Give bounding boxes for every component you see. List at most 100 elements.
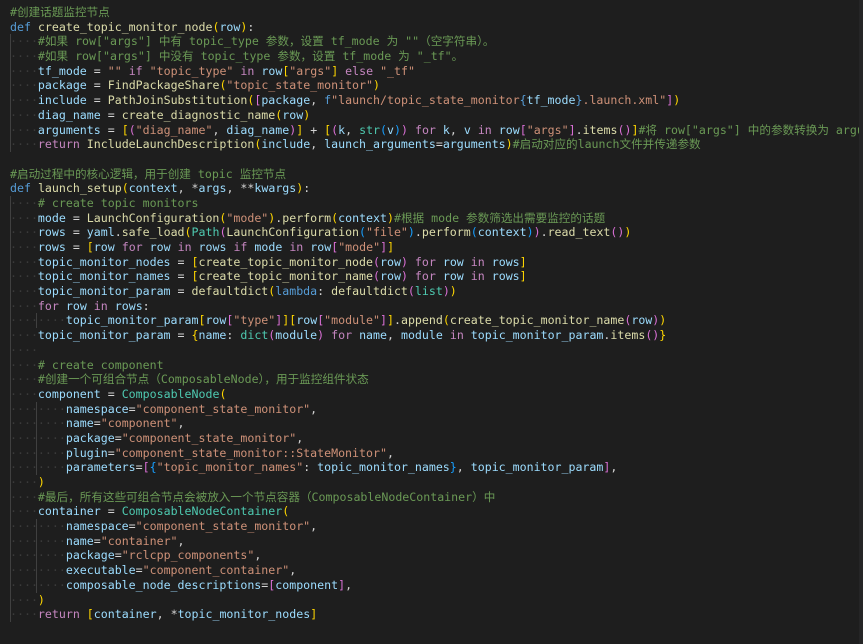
code-line[interactable]: ····return IncludeLaunchDescription(incl… <box>0 137 863 152</box>
code-line[interactable]: ····for row in rows: <box>0 298 863 314</box>
whitespace-marker: ···· <box>37 416 66 431</box>
code-line[interactable]: ···· <box>0 342 863 358</box>
code-line[interactable]: ····#创建一个可组合节点（ComposableNode），用于监控组件状态 <box>0 372 863 387</box>
code-token-var: topic_monitor_nodes <box>177 607 311 622</box>
code-token-keyword: in <box>177 240 192 254</box>
code-token-param: name <box>65 416 94 431</box>
code-line[interactable]: ···· ····executable="component_container"… <box>0 563 863 578</box>
whitespace-marker: ···· <box>10 460 38 475</box>
code-line[interactable]: ····topic_monitor_param = {name: dict(mo… <box>0 328 863 343</box>
code-line[interactable]: ····rows = yaml.safe_load(Path(LaunchCon… <box>0 225 863 240</box>
code-line[interactable]: ····component = ComposableNode( <box>0 386 863 402</box>
indent-guide <box>10 210 11 226</box>
code-token-bracket2: ( <box>373 269 380 284</box>
code-token-param: parameters <box>65 460 136 475</box>
code-line[interactable]: ···· ····topic_monitor_param[row["type"]]… <box>0 313 863 329</box>
code-line[interactable]: def launch_setup(context, *args, **kwarg… <box>0 181 863 196</box>
code-token-var: arguments <box>37 122 101 137</box>
code-token-bracket1: ) <box>659 313 667 328</box>
code-token-var: row <box>442 254 464 269</box>
code-line[interactable]: ····# create topic monitors <box>0 195 863 211</box>
code-token-bracket1: ) <box>37 592 45 607</box>
whitespace-marker: ···· <box>10 63 38 78</box>
whitespace-marker: ···· <box>10 475 38 489</box>
code-token-string: "diag_name" <box>135 122 213 137</box>
code-token-bracket3: ) <box>394 122 401 137</box>
code-token-punct: : <box>142 298 150 313</box>
code-line[interactable]: ···· ····plugin="component_state_monitor:… <box>0 445 863 461</box>
code-line[interactable]: ···· ····composable_node_descriptions=[co… <box>0 577 863 593</box>
code-line[interactable]: ····arguments = [("diag_name", diag_name… <box>0 122 863 138</box>
indent-guide <box>36 577 38 593</box>
code-line[interactable]: ····container = ComposableNodeContainer( <box>0 504 863 520</box>
code-token-bracket1: ) <box>449 284 457 299</box>
code-line[interactable]: ···· ····package="component_state_monitor… <box>0 430 863 446</box>
code-line[interactable]: ····return [container, *topic_monitor_no… <box>0 607 863 622</box>
indent-guide <box>10 342 11 358</box>
code-token-var: topic_monitor_nodes <box>37 254 171 269</box>
code-line[interactable]: ····#如果 row["args"] 中有 topic_type 参数，设置 … <box>0 34 863 50</box>
code-token-comment: #最后，所有这些可组合节点会被放入一个节点容器（ComposableNodeCo… <box>37 489 496 504</box>
code-line[interactable]: ····diag_name = create_diagnostic_name(r… <box>0 107 863 123</box>
indent-guide <box>10 372 11 387</box>
code-line[interactable]: ···· ····name="component", <box>0 416 863 431</box>
code-token-func: LaunchConfiguration <box>226 225 360 240</box>
whitespace-marker: ···· <box>10 284 38 299</box>
code-token-comment: #如果 row["args"] 中没有 topic_type 参数，设置 tf_… <box>37 49 464 64</box>
code-line[interactable]: ···· ····parameters=[{"topic_monitor_name… <box>0 460 863 475</box>
code-token-var: rows <box>37 225 66 240</box>
code-editor[interactable]: #创建话题监控节点 def create_topic_monitor_node(r… <box>0 0 863 644</box>
scrollbar[interactable] <box>859 0 863 644</box>
code-line[interactable]: ····package = FindPackageShare("topic_st… <box>0 78 863 94</box>
code-token-var: context <box>477 225 527 240</box>
code-line[interactable]: ····topic_monitor_nodes = [create_topic_… <box>0 254 863 270</box>
code-line[interactable]: ····topic_monitor_names = [create_topic_… <box>0 269 863 285</box>
code-token-string: "topic_state_monitor" <box>226 78 374 93</box>
code-line[interactable]: ····) <box>0 592 863 608</box>
code-line[interactable]: #启动过程中的核心逻辑，用于创建 topic 监控节点 <box>0 167 863 182</box>
indent-guide <box>10 298 11 314</box>
code-line[interactable]: ···· ····namespace="component_state_monit… <box>0 519 863 534</box>
whitespace-marker: ···· <box>37 563 66 578</box>
code-line[interactable]: def create_topic_monitor_node(row): <box>0 20 863 35</box>
code-token-string: "component_container" <box>142 563 290 578</box>
code-token-bracket3: ) <box>526 225 534 240</box>
code-token-string: "" <box>107 63 122 78</box>
code-line[interactable]: ····tf_mode = "" if "topic_type" in row[… <box>0 63 863 79</box>
code-line[interactable]: ···· ····namespace="component_state_monit… <box>0 401 863 417</box>
code-token-punct: . <box>414 225 422 240</box>
code-line[interactable]: ···· ····name="container", <box>0 533 863 549</box>
whitespace-marker: ···· <box>10 430 38 445</box>
indent-guide <box>10 93 11 108</box>
code-token-bracket1: ] <box>387 240 395 254</box>
code-line[interactable]: #创建话题监控节点 <box>0 5 863 20</box>
code-line[interactable]: ···· ····package="rclcpp_components", <box>0 548 863 564</box>
indent-guide <box>10 195 11 211</box>
code-token-bracket1: ( <box>219 386 227 401</box>
code-line[interactable]: ····#如果 row["args"] 中没有 topic_type 参数，设置… <box>0 49 863 64</box>
whitespace-marker: ···· <box>10 533 38 548</box>
code-token-bracket1: ) <box>624 225 632 240</box>
code-line[interactable]: ····# create component <box>0 357 863 373</box>
whitespace-marker: ···· <box>10 445 38 460</box>
code-line[interactable] <box>0 152 863 167</box>
code-token-op: = <box>86 93 108 108</box>
code-token-var: row <box>65 298 87 313</box>
code-token-bracket1: ( <box>442 313 450 328</box>
indent-guide <box>10 357 11 373</box>
code-line[interactable]: ····topic_monitor_param = defaultdict(la… <box>0 284 863 299</box>
code-line[interactable]: ····rows = [row for row in rows if mode … <box>0 240 863 255</box>
code-token-punct: . <box>540 225 548 240</box>
code-token-bracket3: } <box>449 460 457 475</box>
code-line[interactable]: ····mode = LaunchConfiguration("mode").p… <box>0 210 863 226</box>
code-line[interactable]: ····include = PathJoinSubstitution([pack… <box>0 93 863 108</box>
code-line[interactable]: ····#最后，所有这些可组合节点会被放入一个节点容器（ComposableNo… <box>0 489 863 505</box>
code-line[interactable]: ····) <box>0 475 863 490</box>
code-token-var: rows <box>114 298 143 313</box>
whitespace-marker: ···· <box>10 563 38 578</box>
code-token-string: "component_state_monitor::StateMonitor" <box>114 445 387 460</box>
